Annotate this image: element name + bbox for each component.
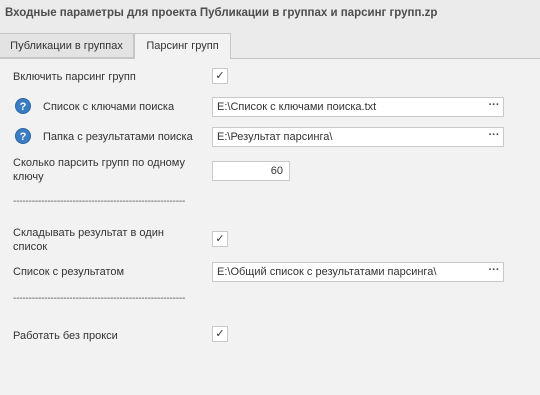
keys-list-label: Список с ключами поиска <box>43 101 175 113</box>
tab-group-parsing[interactable]: Парсинг групп <box>134 33 231 59</box>
single-list-label-line1: Складывать результат в один <box>13 227 164 239</box>
ellipsis-icon[interactable]: ··· <box>485 128 503 146</box>
keys-list-field[interactable]: E:\Список с ключами поиска.txt ··· <box>212 97 504 117</box>
no-proxy-label: Работать без прокси <box>13 330 118 342</box>
tab-publications[interactable]: Публикации в группах <box>0 33 134 58</box>
settings-panel: Включить парсинг групп ✓ ? Список с ключ… <box>0 58 540 395</box>
check-icon: ✓ <box>215 70 225 82</box>
no-proxy-checkbox[interactable]: ✓ <box>212 326 228 342</box>
groups-per-key-input[interactable]: 60 <box>212 161 290 181</box>
ellipsis-icon[interactable]: ··· <box>485 98 503 116</box>
results-folder-field[interactable]: E:\Результат парсинга\ ··· <box>212 127 504 147</box>
groups-per-key-label-line2: ключу <box>13 171 44 183</box>
keys-list-value: E:\Список с ключами поиска.txt <box>217 101 377 113</box>
result-list-field[interactable]: E:\Общий список с результатами парсинга\… <box>212 262 504 282</box>
question-circle-icon[interactable]: ? <box>15 98 31 114</box>
ellipsis-icon[interactable]: ··· <box>485 263 503 281</box>
groups-per-key-label-line1: Сколько парсить групп по одному <box>13 157 185 169</box>
single-list-checkbox[interactable]: ✓ <box>212 231 228 247</box>
groups-per-key-value: 60 <box>270 165 283 177</box>
enable-parsing-checkbox[interactable]: ✓ <box>212 68 228 84</box>
check-icon: ✓ <box>215 233 225 245</box>
separator: ----------------------------------------… <box>13 197 186 207</box>
result-list-label: Список с результатом <box>13 266 125 278</box>
enable-parsing-label: Включить парсинг групп <box>13 71 136 83</box>
question-circle-icon[interactable]: ? <box>15 128 31 144</box>
check-icon: ✓ <box>215 328 225 340</box>
results-folder-value: E:\Результат парсинга\ <box>217 131 333 143</box>
window-title: Входные параметры для проекта Публикации… <box>5 7 438 19</box>
separator: ----------------------------------------… <box>13 294 186 304</box>
single-list-label-line2: список <box>13 241 48 253</box>
result-list-value: E:\Общий список с результатами парсинга\ <box>217 266 437 278</box>
tab-strip: Публикации в группах Парсинг групп <box>0 33 540 59</box>
results-folder-label: Папка с результатами поиска <box>43 131 193 143</box>
